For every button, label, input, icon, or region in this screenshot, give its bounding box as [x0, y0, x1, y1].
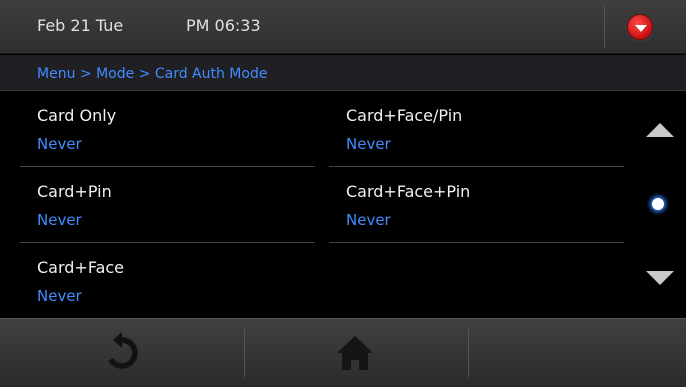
- auth-mode-value: Never: [37, 287, 82, 305]
- footer-divider: [468, 327, 469, 377]
- triangle-down-icon[interactable]: [646, 271, 674, 285]
- auth-mode-value: Never: [346, 211, 391, 229]
- auth-mode-title: Card+Pin: [37, 182, 112, 201]
- auth-mode-list: Card Only Never Card+Face/Pin Never Card…: [0, 92, 624, 318]
- auth-mode-card-pin[interactable]: Card+Pin Never: [20, 168, 331, 243]
- auth-mode-card-face-pin[interactable]: Card+Face+Pin Never: [329, 168, 640, 243]
- footer-divider: [244, 327, 245, 377]
- auth-mode-title: Card Only: [37, 106, 117, 125]
- breadcrumb-bar: Menu > Mode > Card Auth Mode: [0, 55, 686, 91]
- row-divider: [329, 242, 624, 243]
- refresh-back-icon[interactable]: [100, 331, 144, 375]
- status-bar: Feb 21 Tue PM 06:33: [0, 0, 686, 54]
- auth-mode-title: Card+Face/Pin: [346, 106, 463, 125]
- triangle-up-icon[interactable]: [646, 123, 674, 137]
- auth-mode-value: Never: [37, 211, 82, 229]
- auth-mode-title: Card+Face+Pin: [346, 182, 471, 201]
- time-label: PM 06:33: [186, 16, 261, 35]
- header-divider: [604, 6, 605, 48]
- home-icon[interactable]: [333, 331, 377, 375]
- auth-mode-card-face[interactable]: Card+Face Never: [37, 244, 331, 319]
- auth-mode-card-face-pin-or[interactable]: Card+Face/Pin Never: [329, 92, 640, 167]
- row-divider: [329, 166, 624, 167]
- date-label: Feb 21 Tue: [37, 16, 124, 35]
- dot-indicator-icon: [652, 198, 664, 210]
- auth-mode-title: Card+Face: [37, 258, 125, 277]
- auth-mode-card-only[interactable]: Card Only Never: [20, 92, 331, 167]
- breadcrumb: Menu > Mode > Card Auth Mode: [37, 66, 268, 82]
- auth-mode-value: Never: [37, 135, 82, 153]
- bottom-nav: [0, 318, 686, 387]
- row-divider: [20, 166, 315, 167]
- auth-mode-value: Never: [346, 135, 391, 153]
- row-divider: [20, 242, 315, 243]
- chevron-down-icon[interactable]: [627, 14, 653, 40]
